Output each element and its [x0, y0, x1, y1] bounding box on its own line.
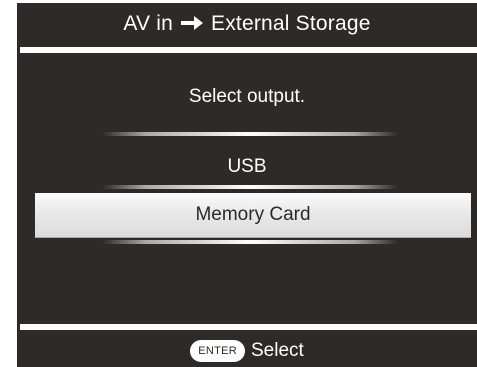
- title-destination: External Storage: [211, 12, 371, 35]
- option-separator: [102, 185, 398, 189]
- enter-key-icon: ENTER: [190, 340, 245, 362]
- title-source: AV in: [123, 12, 173, 35]
- footer-action-label: Select: [250, 340, 304, 361]
- prompt-text: Select output.: [188, 86, 306, 107]
- title-bar: AV in External Storage: [17, 3, 477, 45]
- option-separator: [102, 132, 398, 136]
- right-arrow-icon: [181, 12, 203, 36]
- option-separator: [102, 240, 398, 244]
- option-usb[interactable]: USB: [17, 153, 477, 181]
- output-select-screen: AV in External Storage Select output. US…: [17, 3, 477, 367]
- footer-divider: [20, 324, 477, 330]
- title-divider: [20, 47, 477, 53]
- option-memory-card[interactable]: Memory Card: [35, 193, 471, 237]
- footer-hint: ENTER Select: [17, 336, 477, 366]
